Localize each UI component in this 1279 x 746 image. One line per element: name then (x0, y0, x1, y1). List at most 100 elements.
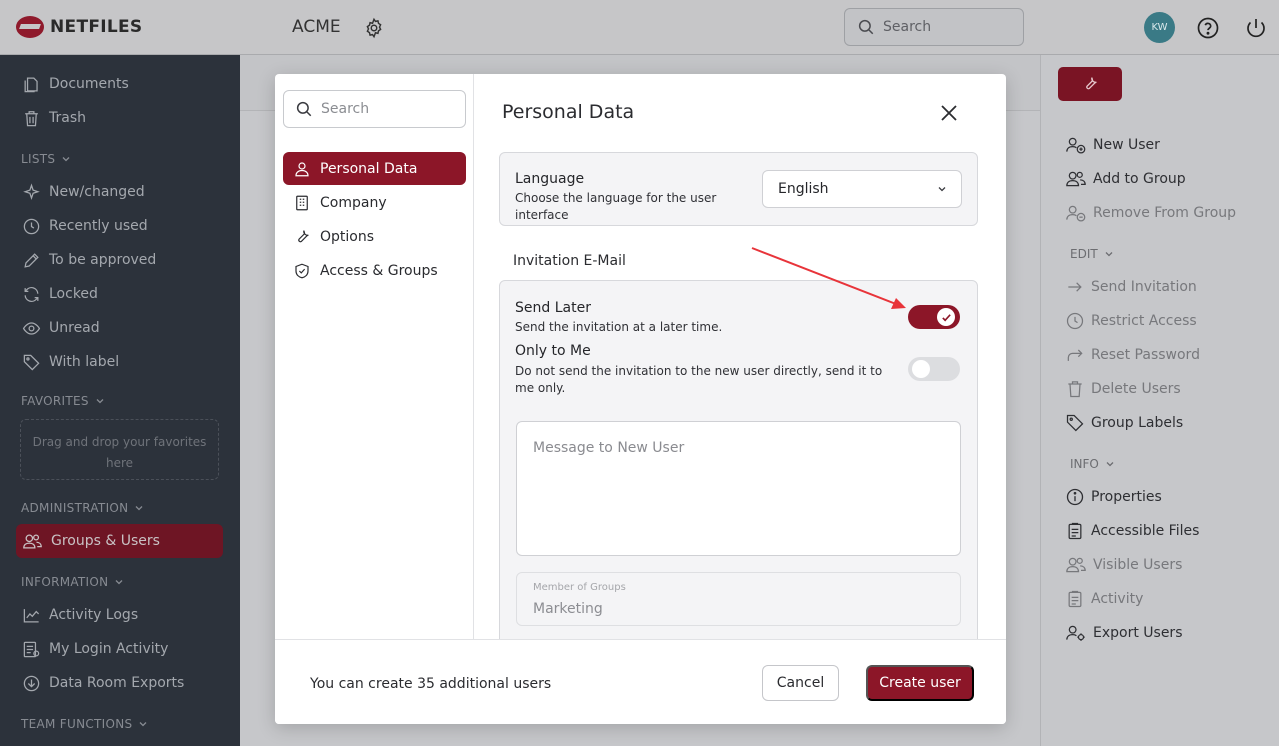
cancel-button[interactable]: Cancel (762, 665, 839, 701)
sidebar-item-label: Activity Logs (49, 607, 139, 623)
action-add-to-group[interactable]: Add to Group (1065, 167, 1186, 191)
sidebar-section-favorites[interactable]: FAVORITES (21, 394, 105, 408)
sidebar-item-activity-logs[interactable]: Activity Logs (22, 603, 138, 627)
panel-section-edit[interactable]: EDIT (1070, 247, 1114, 261)
only-to-me-description: Do not send the invitation to the new us… (515, 364, 883, 395)
create-user-button[interactable]: Create user (866, 665, 974, 701)
sidebar-item-recently-used[interactable]: Recently used (22, 214, 148, 238)
action-visible-users[interactable]: Visible Users (1065, 553, 1182, 577)
language-description: Choose the language for the user interfa… (515, 191, 717, 222)
only-to-me-label: Only to Me (515, 343, 591, 359)
sidebar-item-unread[interactable]: Unread (22, 316, 100, 340)
remaining-users-text: You can create 35 additional users (310, 676, 552, 692)
action-export-users[interactable]: Export Users (1065, 621, 1182, 645)
section-label: INFORMATION (21, 575, 109, 589)
sidebar-section-information[interactable]: INFORMATION (21, 575, 124, 589)
top-search-input[interactable]: Search (844, 8, 1024, 46)
forward-icon (1067, 349, 1083, 361)
sidebar-item-new-changed[interactable]: New/changed (22, 180, 145, 204)
wrench-icon (298, 229, 309, 242)
user-plus-icon (1066, 137, 1086, 154)
help-icon[interactable] (1196, 16, 1220, 44)
action-restrict-access[interactable]: Restrict Access (1065, 309, 1197, 333)
sidebar-item-label: Groups & Users (51, 533, 160, 549)
dialog-nav-access-groups[interactable]: Access & Groups (283, 254, 466, 287)
action-label: Remove From Group (1093, 205, 1237, 221)
trash-icon (1068, 381, 1082, 398)
favorites-drop-zone[interactable]: Drag and drop your favorites here (20, 419, 219, 480)
language-label: Language (515, 171, 585, 187)
avatar[interactable]: KW (1144, 12, 1175, 43)
sidebar-section-team-functions[interactable]: TEAM FUNCTIONS (21, 717, 148, 731)
building-icon (296, 195, 308, 210)
action-group-labels[interactable]: Group Labels (1065, 411, 1183, 435)
dialog-content: Language Choose the language for the use… (475, 140, 1006, 639)
users-gear-icon (1066, 625, 1085, 641)
action-delete-users[interactable]: Delete Users (1065, 377, 1181, 401)
action-label: Restrict Access (1091, 313, 1197, 329)
language-select[interactable]: English (762, 170, 962, 208)
action-label: Reset Password (1091, 347, 1200, 363)
action-activity[interactable]: Activity (1065, 587, 1143, 611)
panel-section-info[interactable]: INFO (1070, 457, 1115, 471)
send-later-toggle[interactable] (908, 305, 960, 329)
sidebar-item-to-be-approved[interactable]: To be approved (22, 248, 156, 272)
close-icon[interactable] (939, 103, 959, 127)
user-minus-icon (1066, 205, 1086, 222)
gear-icon[interactable] (363, 17, 385, 43)
chevron-down-icon (938, 187, 946, 192)
member-of-groups-value: Marketing (533, 601, 603, 617)
refresh-icon (24, 286, 39, 302)
action-send-invitation[interactable]: Send Invitation (1065, 275, 1197, 299)
chevron-down-icon (96, 399, 104, 404)
action-properties[interactable]: Properties (1065, 485, 1162, 509)
top-header: NETFILES ACME Search KW (0, 0, 1279, 55)
list-icon (23, 641, 40, 657)
dialog-nav-options[interactable]: Options (283, 220, 466, 253)
action-accessible-files[interactable]: Accessible Files (1065, 519, 1199, 543)
sidebar-item-documents[interactable]: Documents (22, 72, 129, 96)
dialog-nav-company[interactable]: Company (283, 186, 466, 219)
toggle-knob (937, 308, 955, 326)
sidebar-item-label: With label (49, 354, 120, 370)
sidebar-item-with-label[interactable]: With label (22, 350, 119, 374)
member-of-groups-label: Member of Groups (533, 582, 626, 593)
clipboard-icon (1068, 590, 1082, 608)
dialog-nav-personal-data[interactable]: Personal Data (283, 152, 466, 185)
app-title: ACME (292, 17, 341, 37)
action-label: Send Invitation (1091, 279, 1197, 295)
section-label: ADMINISTRATION (21, 501, 129, 515)
tools-button[interactable] (1058, 67, 1122, 101)
chevron-down-icon (62, 157, 70, 162)
action-label: Activity (1091, 591, 1144, 607)
section-label: LISTS (21, 152, 56, 166)
sidebar-item-label: To be approved (49, 252, 157, 268)
action-remove-from-group[interactable]: Remove From Group (1065, 201, 1236, 225)
power-icon[interactable] (1244, 16, 1268, 44)
sidebar-item-groups-users[interactable]: Groups & Users (22, 529, 160, 553)
top-search-placeholder: Search (883, 19, 932, 35)
sidebar-item-trash[interactable]: Trash (22, 106, 86, 130)
action-reset-password[interactable]: Reset Password (1065, 343, 1200, 367)
sidebar-section-administration[interactable]: ADMINISTRATION (21, 501, 144, 515)
action-label: Export Users (1093, 625, 1183, 641)
sidebar-item-data-room-exports[interactable]: Data Room Exports (22, 671, 184, 695)
message-textarea[interactable]: Message to New User (516, 421, 961, 556)
member-of-groups-field: Member of Groups Marketing (516, 572, 961, 626)
sidebar-item-my-login-activity[interactable]: My Login Activity (22, 637, 168, 661)
message-placeholder: Message to New User (533, 440, 685, 456)
dialog-search-input[interactable]: Search (283, 90, 466, 128)
action-new-user[interactable]: New User (1065, 133, 1160, 157)
only-to-me-toggle[interactable] (908, 357, 960, 381)
sidebar-section-lists[interactable]: LISTS (21, 152, 71, 166)
users-icon (1066, 171, 1086, 187)
sidebar-item-locked[interactable]: Locked (22, 282, 98, 306)
tag-icon (1066, 414, 1084, 432)
logo[interactable]: NETFILES (16, 16, 142, 38)
sidebar-item-label: Data Room Exports (49, 675, 185, 691)
language-card: Language Choose the language for the use… (499, 152, 978, 226)
clipboard-icon (1068, 522, 1082, 540)
trash-icon (25, 110, 38, 126)
users-icon (1066, 557, 1086, 573)
section-label: FAVORITES (21, 394, 89, 408)
